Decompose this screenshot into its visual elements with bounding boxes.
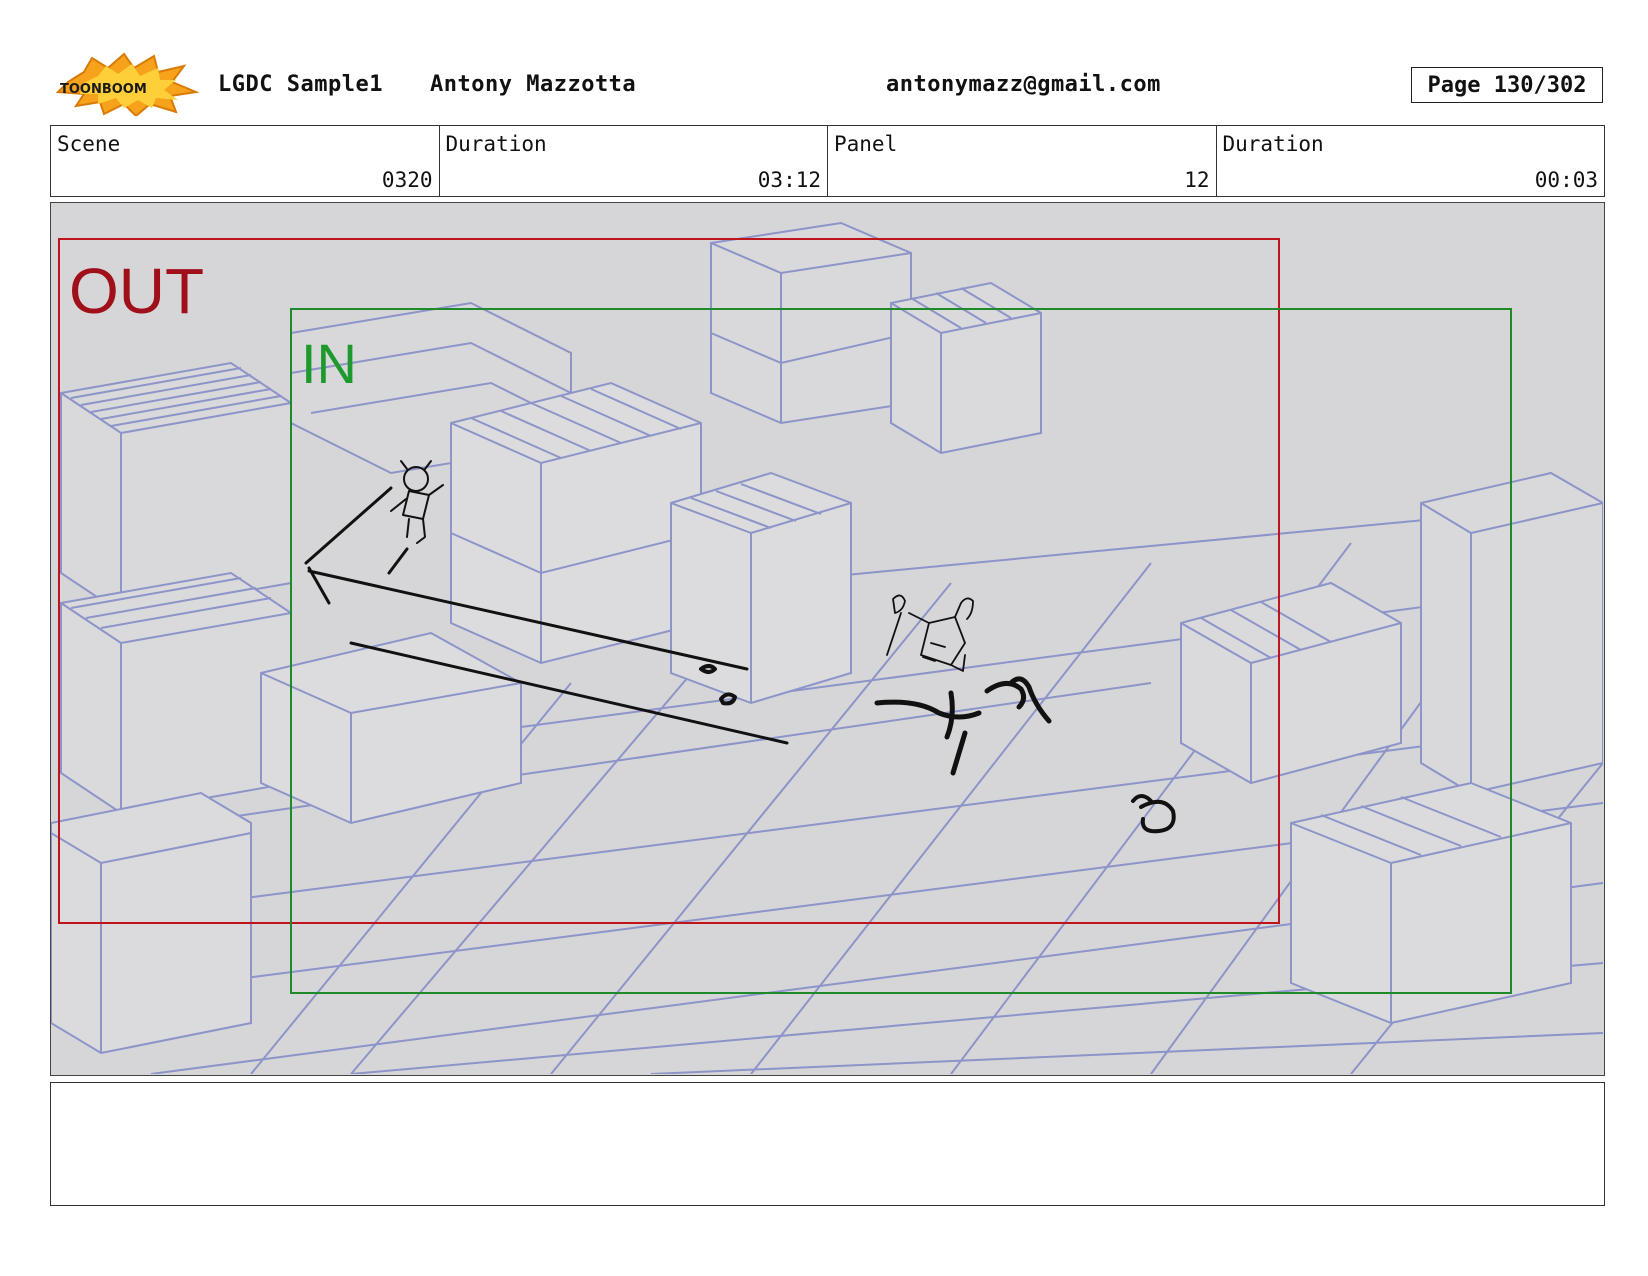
panel-label: Panel [834, 132, 898, 156]
scene-duration-cell: Duration 03:12 [440, 126, 828, 196]
background-environment [51, 203, 1603, 1074]
panel-duration-value: 00:03 [1534, 168, 1598, 192]
panel-duration-cell: Duration 00:03 [1217, 126, 1605, 196]
scene-label: Scene [57, 132, 121, 156]
scene-duration-label: Duration [445, 132, 547, 156]
scene-info-table: Scene 0320 Duration 03:12 Panel 12 Durat… [50, 125, 1605, 197]
scene-duration-value: 03:12 [757, 168, 821, 192]
panel-drawing: OUT IN [51, 203, 1603, 1074]
panel-duration-label: Duration [1222, 132, 1324, 156]
in-frame-label: IN [301, 332, 357, 395]
author-email: antonymazz@gmail.com [886, 72, 1161, 97]
project-title: LGDC Sample1 [218, 72, 383, 97]
panel-notes-box [50, 1082, 1605, 1206]
storyboard-panel: OUT IN [50, 202, 1605, 1076]
page-number: Page 130/302 [1411, 67, 1603, 103]
panel-cell: Panel 12 [828, 126, 1217, 196]
panel-value: 12 [1184, 168, 1210, 192]
scene-value: 0320 [381, 168, 433, 192]
toonboom-logo: TOONBOOM [54, 52, 200, 118]
out-frame-label: OUT [69, 255, 204, 327]
scene-cell: Scene 0320 [51, 126, 440, 196]
author-name: Antony Mazzotta [430, 72, 637, 97]
logo-wordmark: TOONBOOM [60, 82, 147, 97]
page-header: TOONBOOM LGDC Sample1 Antony Mazzotta an… [0, 0, 1648, 120]
